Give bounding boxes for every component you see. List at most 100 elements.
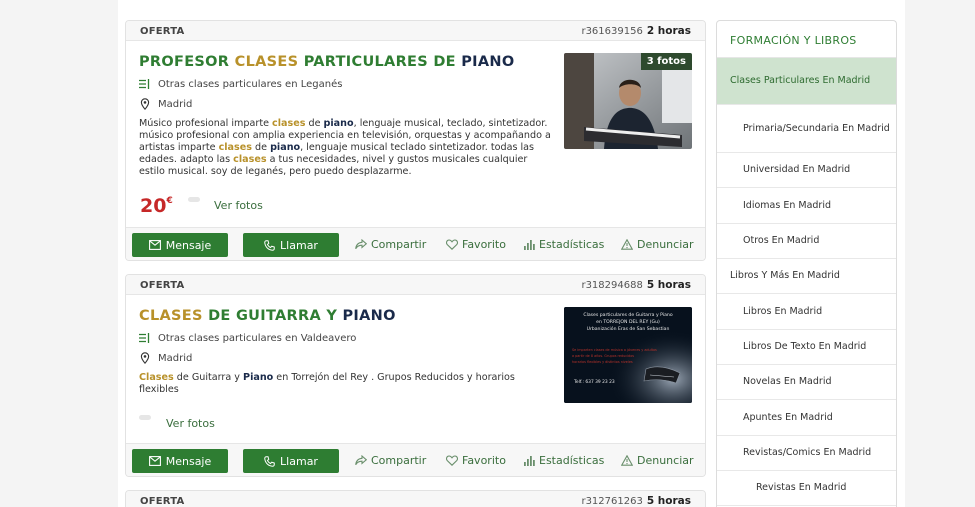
share-action[interactable]: Compartir: [355, 454, 426, 467]
ad-price: 20€: [140, 195, 173, 217]
list-icon: [139, 78, 151, 90]
photo-indicator: [139, 415, 151, 420]
message-button[interactable]: Mensaje: [132, 233, 228, 257]
desc-keyword: piano: [270, 142, 301, 153]
message-button[interactable]: Mensaje: [132, 449, 228, 473]
list-icon: [139, 332, 151, 344]
favorite-label: Favorito: [462, 238, 506, 251]
sidebar-item-label: Revistas/Comics En Madrid: [743, 447, 872, 458]
ad-description: Músico profesional imparte clases de pia…: [139, 118, 553, 178]
ad-header: OFERTA r361639156 2 horas: [126, 21, 705, 41]
see-photos-link[interactable]: Ver fotos: [214, 199, 263, 212]
ad-photo[interactable]: Clases particulares de Guitarra y Piano …: [564, 307, 692, 403]
report-label: Denunciar: [637, 454, 694, 467]
stats-action[interactable]: Estadísticas: [524, 454, 604, 467]
title-word: CLASES: [139, 308, 203, 324]
call-button[interactable]: Llamar: [243, 449, 339, 473]
desc-keyword: clases: [218, 142, 252, 153]
flyer-phone: Telf.: 637 39 23 23: [573, 379, 615, 385]
report-action[interactable]: Denunciar: [621, 454, 694, 467]
bar-chart-icon: [524, 455, 535, 466]
category-label: Otras clases particulares en Valdeavero: [158, 332, 357, 344]
ad-reference: r318294688 5 horas: [581, 279, 691, 291]
sidebar-item-label: Idiomas En Madrid: [743, 199, 831, 211]
flyer-red2: a partir de 8 años. Grupos reducidos: [572, 354, 634, 358]
ad-ref-id: r318294688: [581, 280, 643, 291]
sidebar-item-libros[interactable]: Libros En Madrid: [717, 294, 896, 330]
title-word: PIANO: [461, 54, 515, 70]
heart-icon: [446, 455, 458, 466]
ad-type-label: OFERTA: [140, 280, 185, 291]
ad-type-label: OFERTA: [140, 26, 185, 37]
sidebar-item-libros-y-mas[interactable]: Libros Y Más En Madrid: [717, 259, 896, 294]
ad-ref-id: r312761263: [581, 496, 643, 507]
ad-ref-id: r361639156: [581, 26, 643, 37]
sidebar-item-label: Revistas En Madrid: [756, 482, 847, 493]
bar-chart-icon: [524, 239, 535, 250]
message-label: Mensaje: [165, 238, 212, 252]
category-label: Otras clases particulares en Leganés: [158, 78, 343, 90]
favorite-action[interactable]: Favorito: [446, 454, 506, 467]
ad-description: Clases de Guitarra y Piano en Torrejón d…: [139, 372, 553, 396]
desc-keyword: clases: [272, 118, 306, 129]
call-button[interactable]: Llamar: [243, 233, 339, 257]
favorite-label: Favorito: [462, 454, 506, 467]
desc-text: de: [305, 118, 324, 129]
sidebar-item-revistas-comics[interactable]: Revistas/Comics En Madrid: [717, 436, 896, 471]
desc-text: Músico profesional imparte: [139, 118, 273, 129]
sidebar-item-otros[interactable]: Otros En Madrid: [717, 224, 896, 259]
see-photos-link[interactable]: Ver fotos: [166, 417, 215, 430]
title-word: PROFESOR: [139, 54, 230, 70]
message-label: Mensaje: [165, 454, 212, 468]
flyer-line2: en TORREJON DEL REY (Gu): [596, 319, 660, 325]
envelope-icon: [148, 240, 161, 250]
stats-label: Estadísticas: [539, 454, 605, 467]
sidebar-item-label: Libros En Madrid: [743, 305, 823, 317]
location-pin-icon: [139, 352, 151, 365]
report-action[interactable]: Denunciar: [621, 238, 694, 251]
call-label: Llamar: [280, 454, 318, 468]
location-pin-icon: [139, 98, 151, 111]
ad-header: OFERTA r312761263 5 horas: [126, 491, 705, 507]
ad-title-link[interactable]: PROFESOR CLASES PARTICULARES DE PIANO: [139, 54, 514, 70]
title-word: GUITARRA Y: [235, 308, 338, 324]
warning-icon: [621, 239, 633, 250]
location-label: Madrid: [158, 352, 193, 364]
share-action[interactable]: Compartir: [355, 238, 426, 251]
location-label: Madrid: [158, 98, 193, 110]
ad-title-link[interactable]: CLASES DE GUITARRA Y PIANO: [139, 308, 396, 324]
ad-card: OFERTA r361639156 2 horas PROFESOR CLASES…: [125, 20, 706, 261]
ad-category[interactable]: Otras clases particulares en Leganés: [139, 78, 342, 90]
sidebar-item-clases-particulares[interactable]: Clases Particulares En Madrid: [717, 58, 896, 105]
title-word: CLASES: [234, 54, 299, 70]
ad-time: 5 horas: [646, 495, 691, 507]
sidebar-title: FORMACIÓN Y LIBROS: [717, 21, 896, 58]
sidebar-item-apuntes[interactable]: Apuntes En Madrid: [717, 400, 896, 436]
desc-keyword: clases: [233, 154, 267, 165]
heart-icon: [446, 239, 458, 250]
sidebar-item-idiomas[interactable]: Idiomas En Madrid: [717, 188, 896, 224]
desc-text: de Guitarra y: [173, 372, 244, 383]
sidebar-item-label: Libros De Texto En Madrid: [743, 341, 867, 352]
sidebar-item-universidad[interactable]: Universidad En Madrid: [717, 153, 896, 188]
sidebar-item-libros-de-texto[interactable]: Libros De Texto En Madrid: [717, 330, 896, 365]
share-label: Compartir: [371, 454, 427, 467]
ad-time: 5 horas: [646, 279, 691, 291]
sidebar-item-revistas[interactable]: Revistas En Madrid: [717, 471, 896, 506]
ad-time: 2 horas: [646, 25, 691, 37]
price-value: 20: [140, 195, 167, 217]
share-icon: [355, 455, 367, 466]
favorite-action[interactable]: Favorito: [446, 238, 506, 251]
stats-action[interactable]: Estadísticas: [524, 238, 604, 251]
photo-count-badge: 3 fotos: [640, 53, 692, 70]
phone-icon: [264, 239, 275, 251]
desc-keyword: Clases: [139, 372, 174, 383]
flyer-line3: Urbanización Eras de San Sebastian: [587, 325, 670, 332]
sidebar-item-label: Libros Y Más En Madrid: [730, 270, 840, 281]
sidebar-item-label: Novelas En Madrid: [743, 376, 832, 387]
flyer-line1: Clases particulares de Guitarra y Piano: [583, 312, 672, 318]
ad-photo[interactable]: 3 fotos: [564, 53, 692, 149]
ad-category[interactable]: Otras clases particulares en Valdeavero: [139, 332, 356, 344]
sidebar-item-novelas[interactable]: Novelas En Madrid: [717, 365, 896, 400]
sidebar-item-primaria-secundaria[interactable]: Primaria/Secundaria En Madrid: [717, 105, 896, 153]
